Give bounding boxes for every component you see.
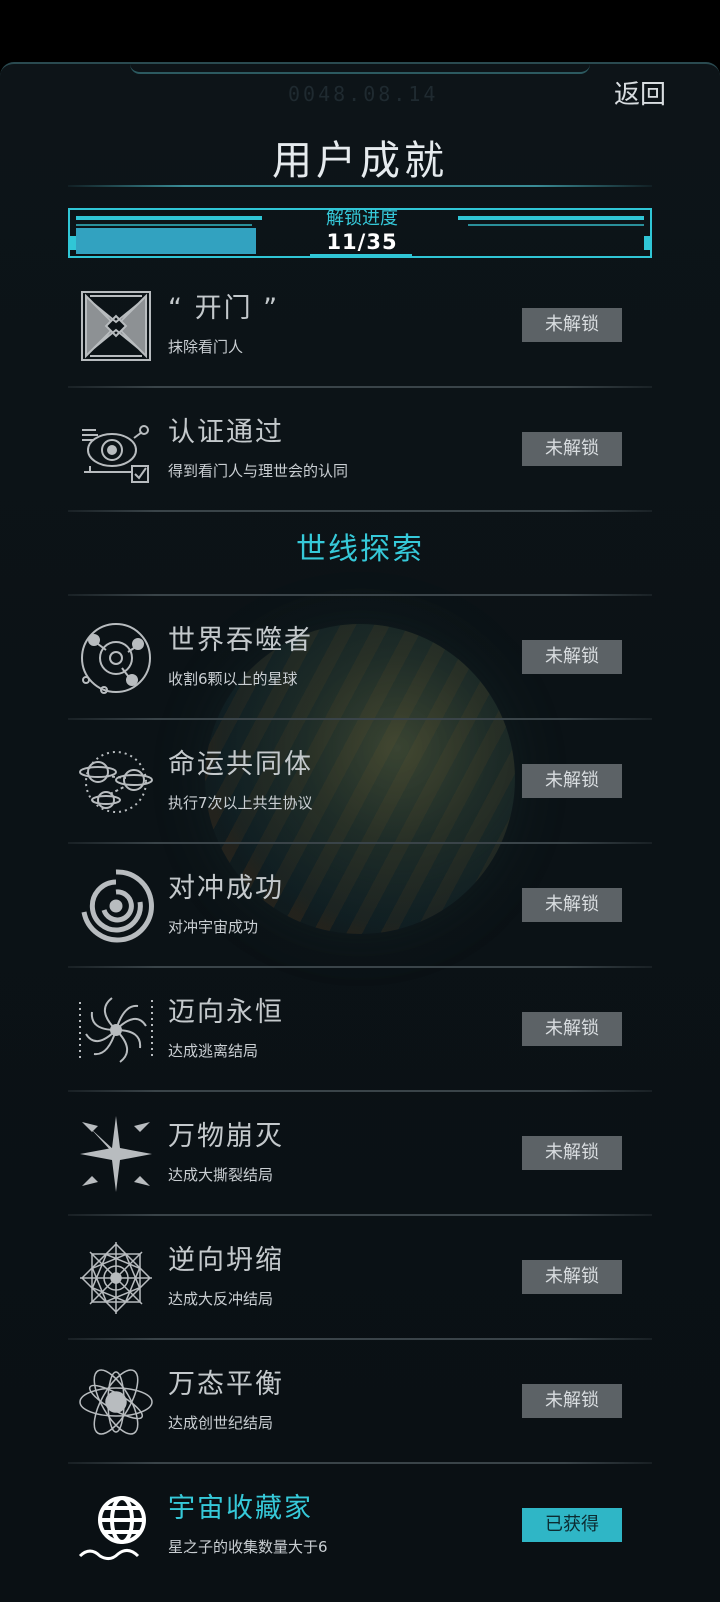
status-badge: 未解锁 <box>522 1136 622 1170</box>
achievement-name: 世界吞噬者 <box>168 625 313 656</box>
achievement-row: 对冲成功 对冲宇宙成功 未解锁 <box>68 844 652 968</box>
row-divider <box>68 510 652 512</box>
achievement-desc: 抹除看门人 <box>168 338 244 356</box>
achievement-name: 万态平衡 <box>168 1369 284 1400</box>
progress-count: 11/35 <box>326 230 398 254</box>
achievement-row: 逆向坍缩 达成大反冲结局 未解锁 <box>68 1216 652 1340</box>
achievement-row: 万物崩灭 达成大撕裂结局 未解锁 <box>68 1092 652 1216</box>
status-badge: 已获得 <box>522 1508 622 1542</box>
achievement-desc: 达成创世纪结局 <box>168 1414 274 1432</box>
panel-top-decoration <box>130 64 590 74</box>
page-title: 用户成就 <box>272 138 448 184</box>
achievement-desc: 星之子的收集数量大于6 <box>168 1538 328 1556</box>
achievement-row: 万态平衡 达成创世纪结局 未解锁 <box>68 1340 652 1464</box>
status-badge: 未解锁 <box>522 1012 622 1046</box>
achievement-name: 逆向坍缩 <box>168 1245 284 1276</box>
burst-icon <box>76 1114 156 1194</box>
door-hourglass-icon <box>76 286 156 366</box>
achievement-row: 命运共同体 执行7次以上共生协议 未解锁 <box>68 720 652 844</box>
back-button[interactable]: 返回 <box>614 74 666 111</box>
unlock-progress-bar: 解锁进度 11/35 <box>68 208 652 258</box>
date-stamp: 0048.08.14 <box>288 82 439 106</box>
status-badge: 未解锁 <box>522 1384 622 1418</box>
vortex-icon <box>76 990 156 1070</box>
achievement-name: 认证通过 <box>168 417 284 448</box>
achievement-desc: 收割6颗以上的星球 <box>168 670 298 688</box>
achievement-row: 认证通过 得到看门人与理世会的认同 未解锁 <box>68 388 652 512</box>
status-badge: 未解锁 <box>522 888 622 922</box>
status-badge: 未解锁 <box>522 308 622 342</box>
eye-checkbox-icon <box>76 410 156 490</box>
title-divider <box>68 185 652 187</box>
achievement-desc: 得到看门人与理世会的认同 <box>168 462 349 480</box>
achievement-name: 命运共同体 <box>168 749 313 780</box>
mandala-icon <box>76 1238 156 1318</box>
achievement-row: 迈向永恒 达成逃离结局 未解锁 <box>68 968 652 1092</box>
achievement-desc: 对冲宇宙成功 <box>168 918 259 936</box>
achievement-row: 世界吞噬者 收割6颗以上的星球 未解锁 <box>68 596 652 720</box>
achievement-name: 宇宙收藏家 <box>168 1493 313 1524</box>
achievement-name: 万物崩灭 <box>168 1121 284 1152</box>
globe-collector-icon <box>76 1486 156 1566</box>
achievement-name: 对冲成功 <box>168 873 284 904</box>
atom-icon <box>76 1362 156 1442</box>
status-badge: 未解锁 <box>522 1260 622 1294</box>
achievement-desc: 达成大反冲结局 <box>168 1290 274 1308</box>
planet-orbit-icon <box>76 618 156 698</box>
status-badge: 未解锁 <box>522 432 622 466</box>
achievement-name: 迈向永恒 <box>168 997 284 1028</box>
achievement-desc: 达成大撕裂结局 <box>168 1166 274 1184</box>
swirl-icon <box>76 866 156 946</box>
linked-planets-icon <box>76 742 156 822</box>
status-badge: 未解锁 <box>522 764 622 798</box>
section-title: 世线探索 <box>296 532 424 567</box>
achievement-name: “ 开门 ” <box>168 293 280 324</box>
achievement-desc: 执行7次以上共生协议 <box>168 794 313 812</box>
progress-label: 解锁进度 <box>326 208 398 229</box>
achievement-row: “ 开门 ” 抹除看门人 未解锁 <box>68 264 652 388</box>
achievement-row: 宇宙收藏家 星之子的收集数量大于6 已获得 <box>68 1464 652 1588</box>
achievement-desc: 达成逃离结局 <box>168 1042 259 1060</box>
status-badge: 未解锁 <box>522 640 622 674</box>
